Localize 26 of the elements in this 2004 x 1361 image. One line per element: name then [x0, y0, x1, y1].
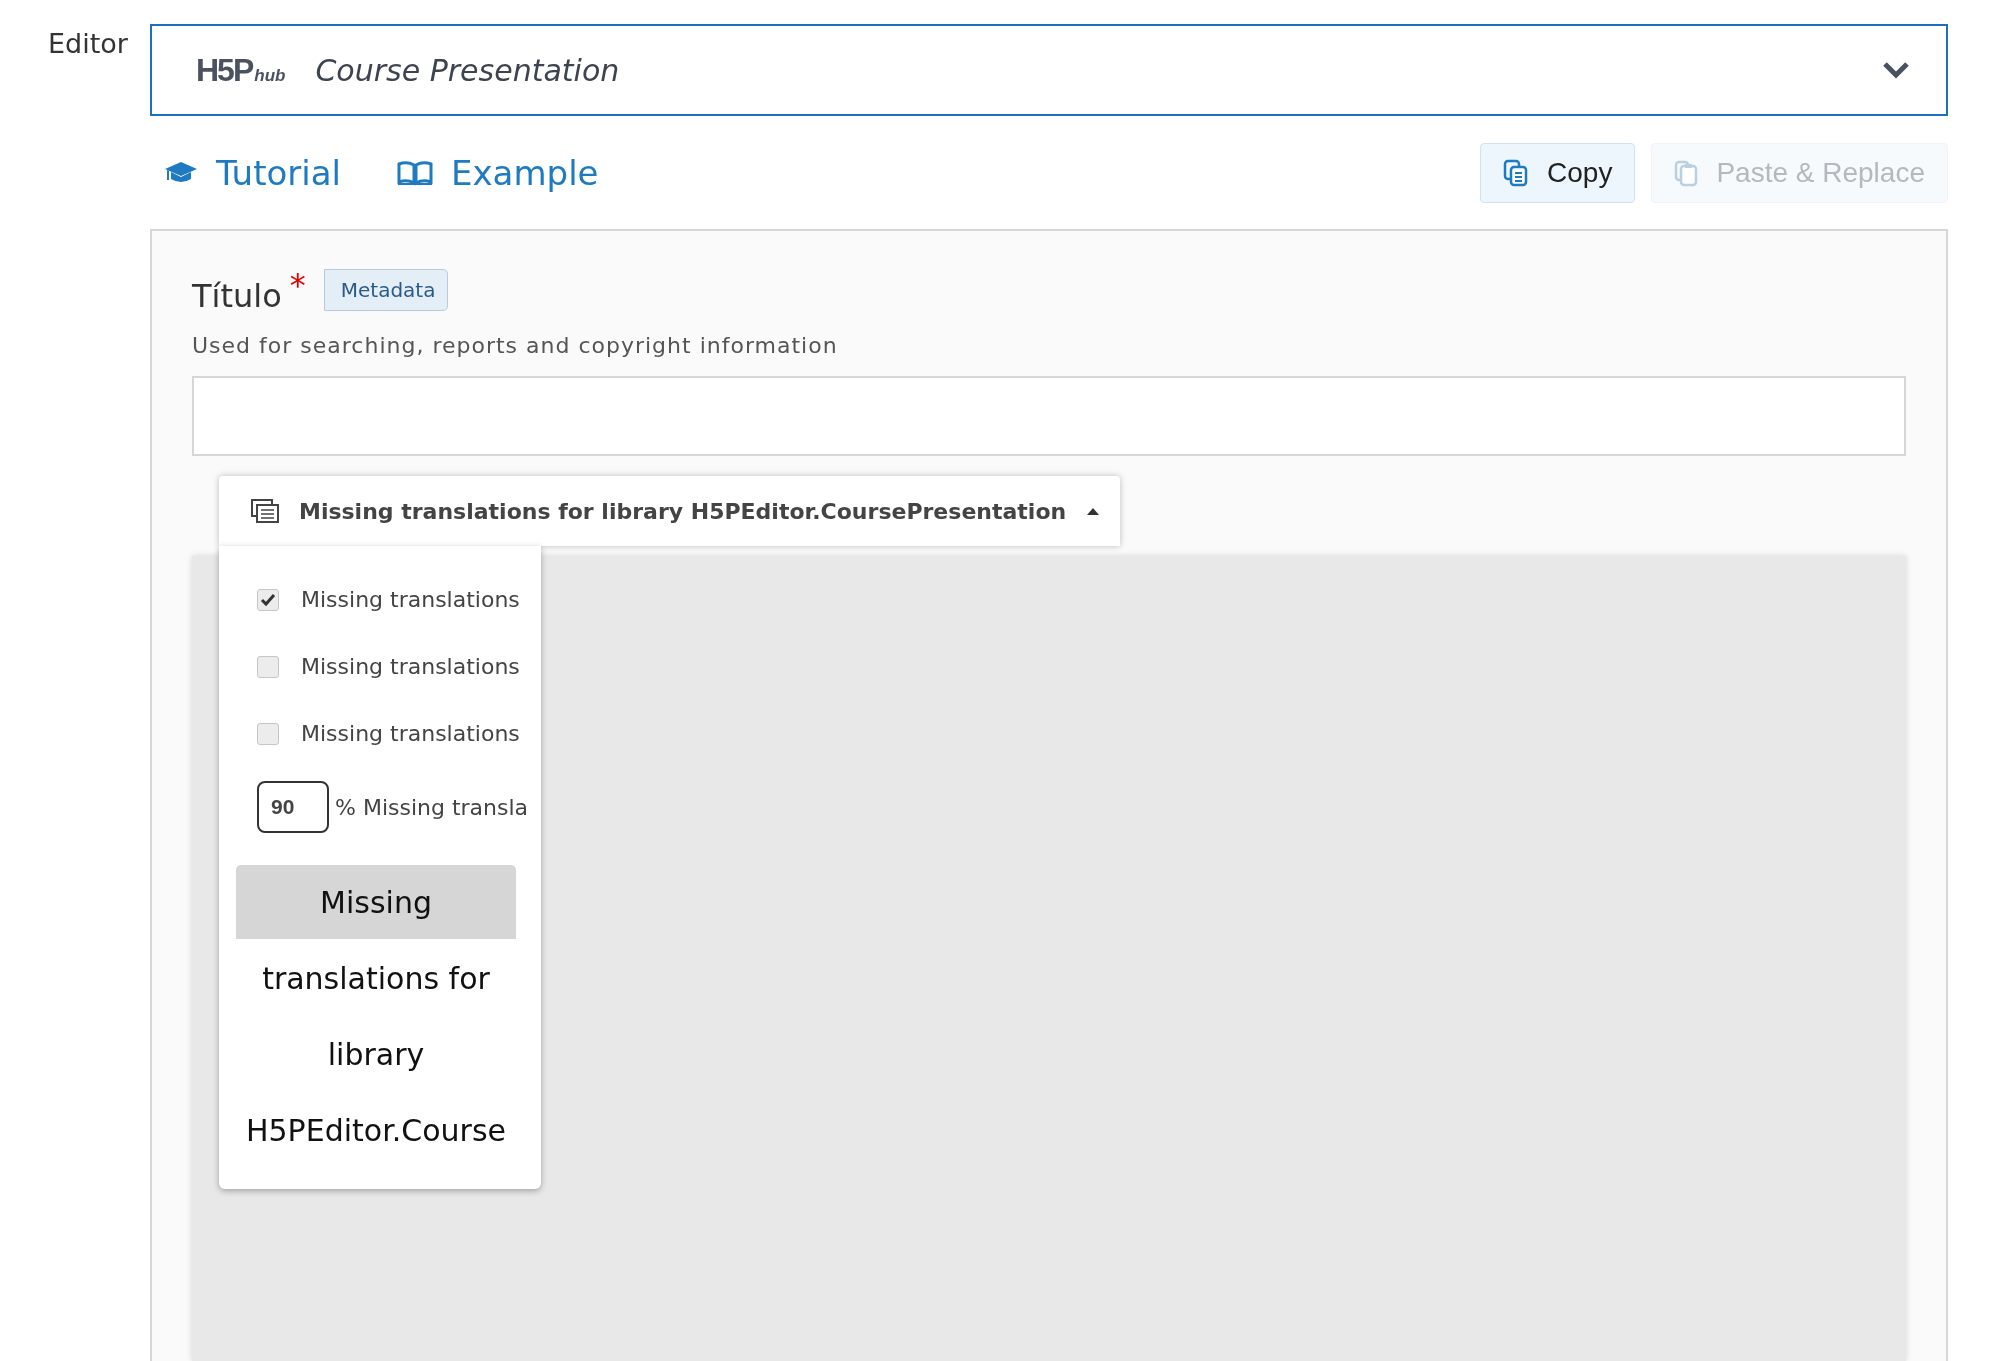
field-description: Used for searching, reports and copyright information — [192, 333, 839, 358]
open-book-icon — [397, 159, 433, 186]
content-type-selector[interactable]: H5Phub Course Presentation — [150, 24, 1948, 116]
required-mark: * — [289, 269, 306, 301]
checkbox[interactable] — [257, 655, 279, 678]
option-label: Missing translations — [301, 587, 520, 612]
title-input-field[interactable] — [192, 376, 1906, 456]
example-link[interactable]: Example — [397, 152, 599, 193]
option-label: Missing translations — [301, 721, 520, 746]
list-window-icon — [251, 499, 279, 523]
option-label: Missing translations — [301, 654, 520, 679]
checkbox[interactable] — [257, 722, 279, 745]
option-label: % Missing transla — [335, 794, 529, 820]
translation-dropdown-title: Missing translations for library H5PEditor.CoursePresentation — [299, 498, 1067, 524]
metadata-button[interactable]: Metadata — [323, 269, 449, 311]
translation-dropdown-header[interactable]: Missing translations for library H5PEditor.CoursePresentation — [219, 476, 1121, 546]
hub-logo: H5Phub — [196, 51, 286, 89]
copy-icon — [1503, 158, 1530, 187]
editor-label: Editor — [47, 27, 128, 59]
title-label: Título — [192, 277, 282, 315]
clipboard-icon — [1674, 158, 1699, 187]
tutorial-link[interactable]: Tutorial — [164, 152, 341, 193]
percent-input-field[interactable]: 90 — [257, 781, 329, 833]
content-type-title: Course Presentation — [315, 52, 621, 88]
copy-button[interactable]: Copy — [1480, 142, 1636, 203]
checkbox[interactable] — [257, 588, 279, 611]
